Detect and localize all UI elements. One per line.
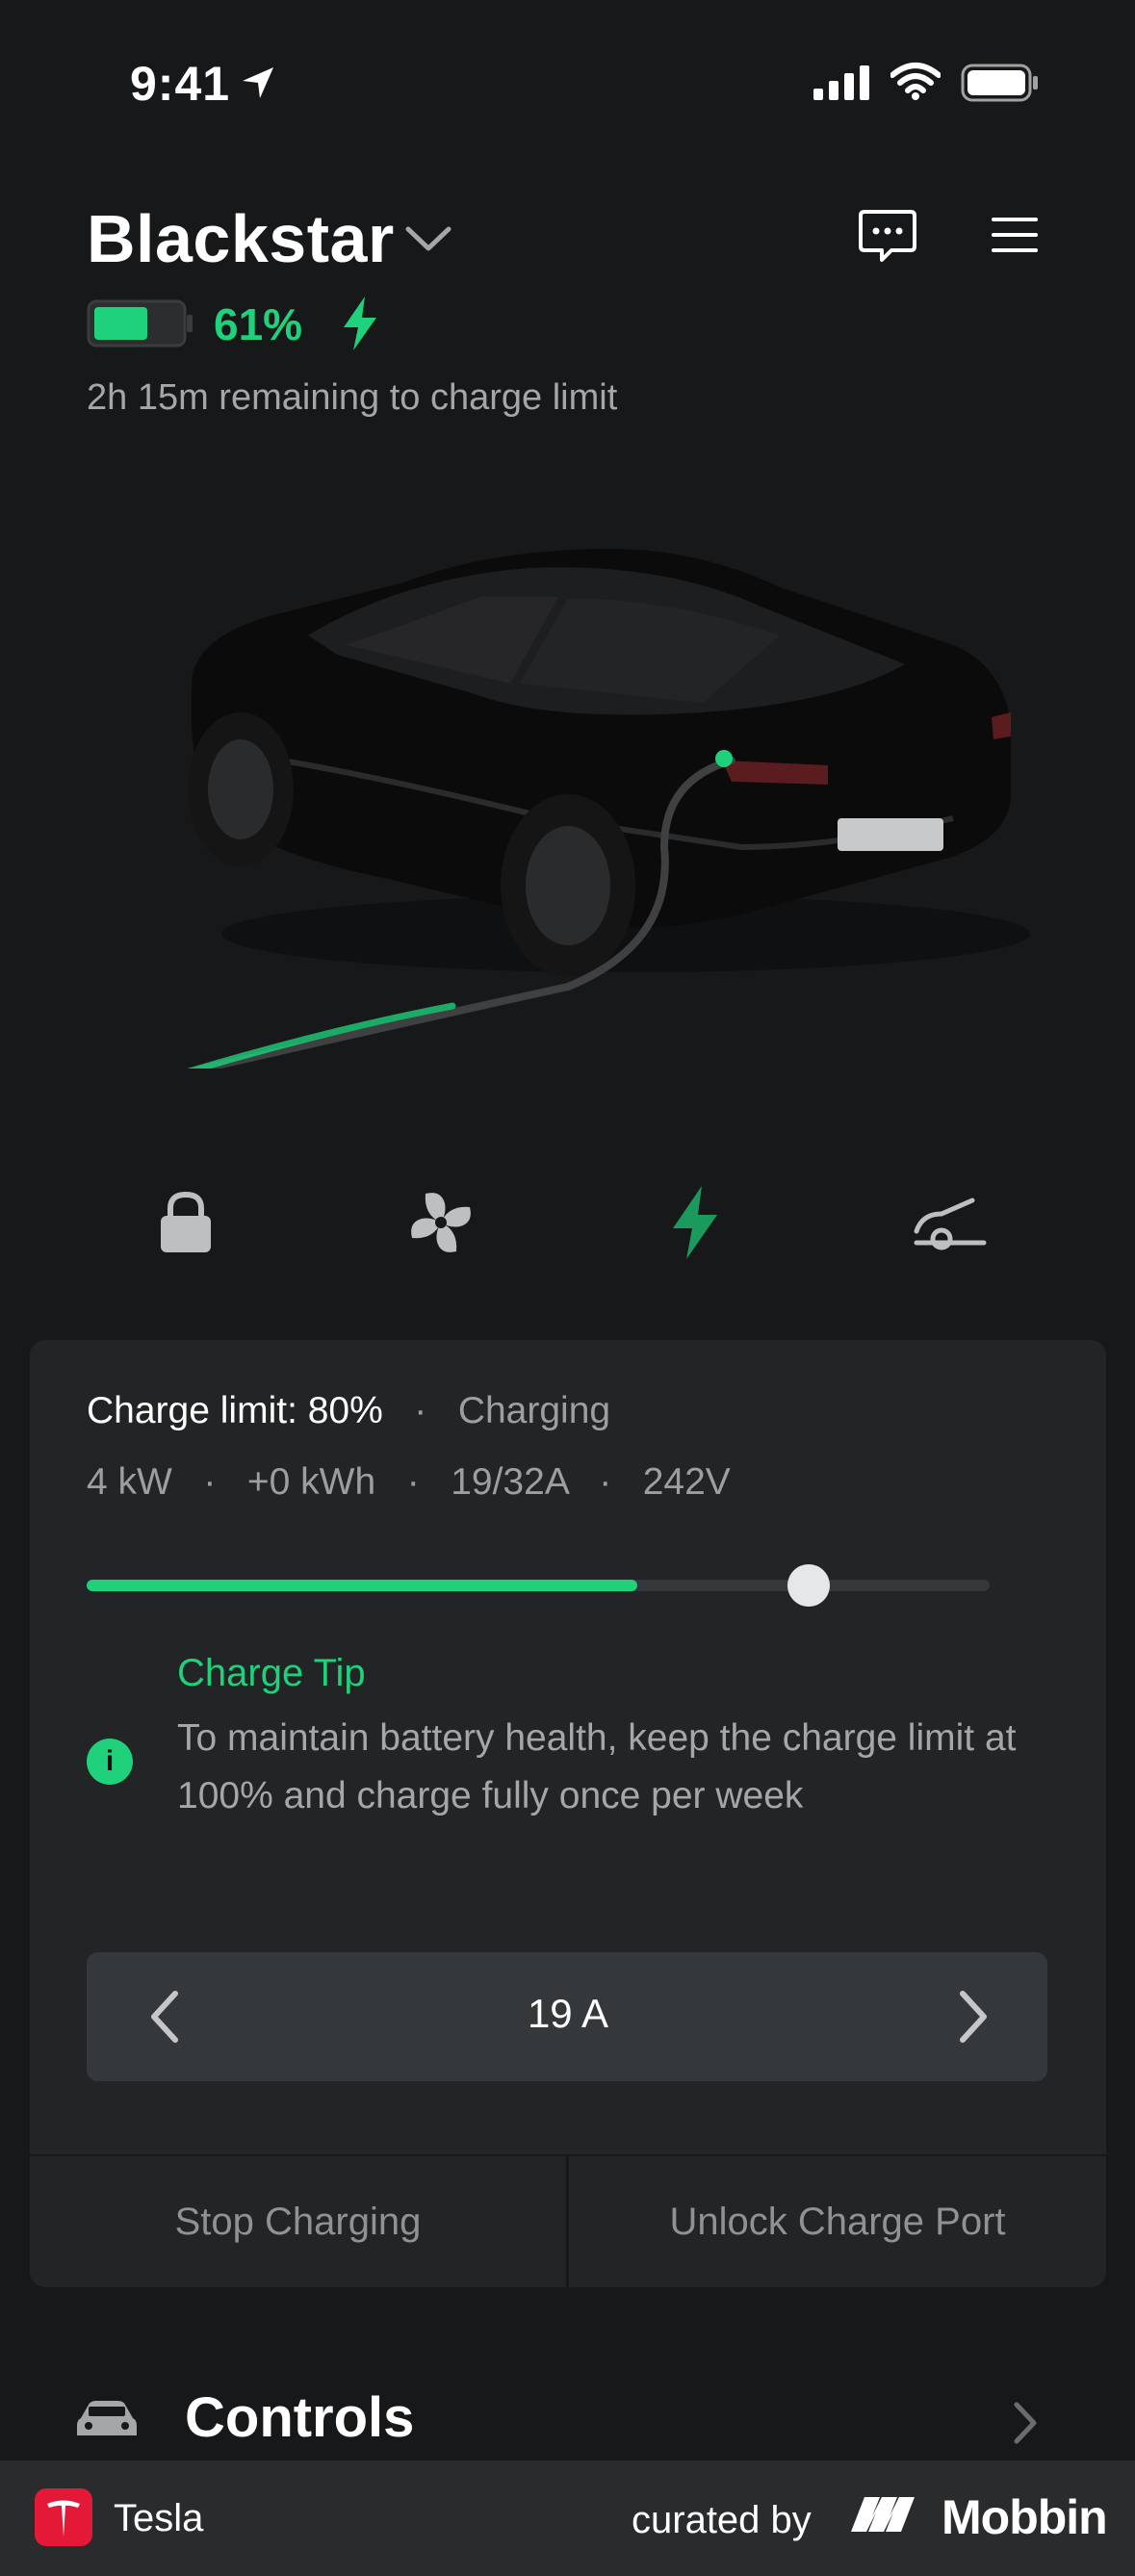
controls-label[interactable]: Controls [185,2385,414,2450]
wifi-icon [890,63,941,100]
charging-bolt-icon [344,296,376,350]
charge-summary: Charge limit: 80% · Charging [87,1390,610,1432]
stop-charging-button[interactable]: Stop Charging [30,2156,566,2287]
unlock-charge-port-button[interactable]: Unlock Charge Port [569,2156,1106,2287]
chevron-right-icon [960,1991,987,2043]
cellular-signal-icon [813,65,869,100]
vehicle-battery-icon [87,299,193,348]
charge-icon [673,1186,717,1259]
message-icon[interactable] [857,208,918,266]
charge-energy-added: +0 kWh [246,1461,376,1503]
charge-stats: 4 kW · +0 kWh · 19/32A · 242V [87,1461,731,1504]
curated-by-label: curated by [632,2499,812,2541]
separator: · [578,1461,632,1503]
vehicle-name[interactable]: Blackstar [87,200,395,277]
car-icon [77,2401,137,2435]
separator: · [393,1390,448,1431]
charge-tip-body: To maintain battery health, keep the cha… [177,1717,1017,1816]
menu-icon[interactable] [990,214,1040,256]
charge-remaining-text: 2h 15m remaining to charge limit [87,377,618,418]
status-battery-icon [961,64,1038,102]
chevron-right-icon[interactable] [1011,2399,1040,2447]
charge-voltage: 242V [642,1461,731,1503]
status-time: 9:41 [130,57,231,111]
charge-level-fill [87,1580,637,1591]
decrease-amps-button[interactable] [135,1981,193,2052]
app-name: Tesla [114,2497,204,2539]
lock-icon [161,1191,211,1252]
separator: · [386,1461,441,1503]
battery-percent: 61% [214,299,303,349]
vehicle-image [186,549,1030,1069]
info-icon: i [87,1739,133,1785]
frunk-icon [914,1198,987,1250]
tesla-logo-icon [35,2488,92,2546]
charging-button[interactable] [652,1182,738,1263]
amperage-value: 19 A [527,1991,609,2036]
separator: · [182,1461,238,1503]
frunk-button[interactable] [907,1182,993,1263]
location-arrow-icon [243,67,273,98]
charge-power: 4 kW [87,1461,172,1503]
mobbin-logo-icon [851,2497,915,2532]
mobbin-brand: Mobbin [942,2490,1108,2544]
lock-button[interactable] [142,1182,229,1263]
increase-amps-button[interactable] [945,1981,1003,2052]
charge-limit-label: Charge limit: 80% [87,1390,383,1431]
charge-current: 19/32A [451,1461,568,1503]
chevron-left-icon [151,1991,178,2043]
charge-limit-handle[interactable] [787,1564,830,1607]
chevron-down-icon[interactable] [402,219,454,258]
fan-icon [411,1193,471,1252]
charge-tip-title: Charge Tip [177,1652,366,1694]
climate-button[interactable] [398,1182,484,1263]
charging-status: Charging [457,1390,611,1431]
